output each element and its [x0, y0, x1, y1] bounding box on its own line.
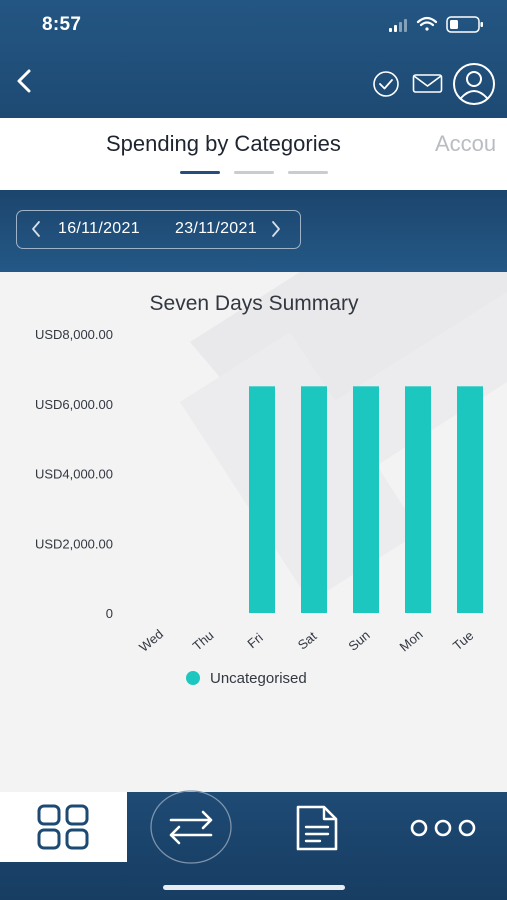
bottom-nav [0, 790, 507, 900]
status-time: 8:57 [42, 14, 82, 35]
tab-spending-by-categories[interactable]: Spending by Categories [106, 131, 341, 157]
bar-sat[interactable] [301, 386, 327, 613]
end-date[interactable]: 23/11/2021 [175, 220, 257, 238]
chevron-left-icon [17, 69, 31, 93]
bar-mon[interactable] [405, 386, 431, 613]
bar-sun[interactable] [353, 386, 379, 613]
envelope-icon [412, 74, 443, 93]
y-tick-label: USD8,000.00 [35, 327, 113, 342]
transfer-arrows-icon [150, 790, 232, 864]
y-tick-label: 0 [106, 606, 113, 621]
seven-days-chart: Seven Days Summary 0 USD2,000.00 USD4,000.… [35, 292, 483, 687]
nav-more[interactable] [381, 792, 507, 862]
bar-fri[interactable] [249, 386, 275, 613]
tab-accounts[interactable]: Accou [435, 131, 496, 157]
back-button[interactable] [8, 64, 42, 98]
x-tick-label-thu: Thu [190, 628, 217, 654]
date-range-bar: 16/11/2021 23/11/2021 [0, 190, 507, 272]
battery-icon [446, 16, 483, 33]
date-range-selector: 16/11/2021 23/11/2021 [16, 210, 301, 249]
document-icon [296, 805, 338, 851]
check-circle-icon [373, 71, 399, 97]
bar-tue[interactable] [457, 386, 483, 613]
x-tick-label-mon: Mon [397, 627, 426, 655]
avatar-icon [453, 63, 495, 105]
chart-panel: Seven Days Summary 0 USD2,000.00 USD4,000.… [0, 272, 507, 792]
page-dot-1[interactable] [180, 171, 220, 174]
x-tick-label-sun: Sun [345, 627, 372, 653]
x-tick-label-wed: Wed [136, 626, 166, 655]
x-tick-label-sat: Sat [295, 628, 320, 652]
wifi-icon [416, 16, 438, 31]
previous-week-button[interactable] [29, 219, 43, 239]
chevron-left-icon [32, 221, 40, 237]
nav-dashboard[interactable] [0, 792, 127, 862]
y-tick-label: USD2,000.00 [35, 536, 113, 551]
nav-transfers[interactable] [127, 790, 254, 864]
profile-button[interactable] [452, 62, 496, 106]
nav-documents[interactable] [254, 792, 381, 862]
page-dot-3[interactable] [288, 171, 328, 174]
page-dot-2[interactable] [234, 171, 274, 174]
y-tick-label: USD6,000.00 [35, 397, 113, 412]
start-date[interactable]: 16/11/2021 [58, 220, 140, 238]
next-week-button[interactable] [269, 219, 283, 239]
status-icons [389, 16, 483, 33]
legend-label[interactable]: Uncategorised [210, 670, 307, 687]
home-indicator [163, 885, 345, 890]
x-tick-label-fri: Fri [244, 630, 265, 651]
dashboard-grid-icon [37, 804, 89, 850]
chart-legend: Uncategorised [186, 670, 307, 687]
app-header: 8:57 [0, 0, 507, 118]
chart-title: Seven Days Summary [150, 292, 359, 315]
tab-bar: Spending by Categories Accou [0, 118, 507, 190]
legend-swatch [186, 671, 200, 685]
x-tick-label-tue: Tue [450, 628, 476, 654]
approvals-button[interactable] [372, 70, 400, 98]
y-tick-label: USD4,000.00 [35, 467, 113, 482]
chevron-right-icon [272, 221, 280, 237]
signal-icon [389, 19, 407, 32]
messages-button[interactable] [412, 72, 443, 96]
page-indicator [180, 171, 330, 175]
more-dots-icon [410, 819, 476, 837]
